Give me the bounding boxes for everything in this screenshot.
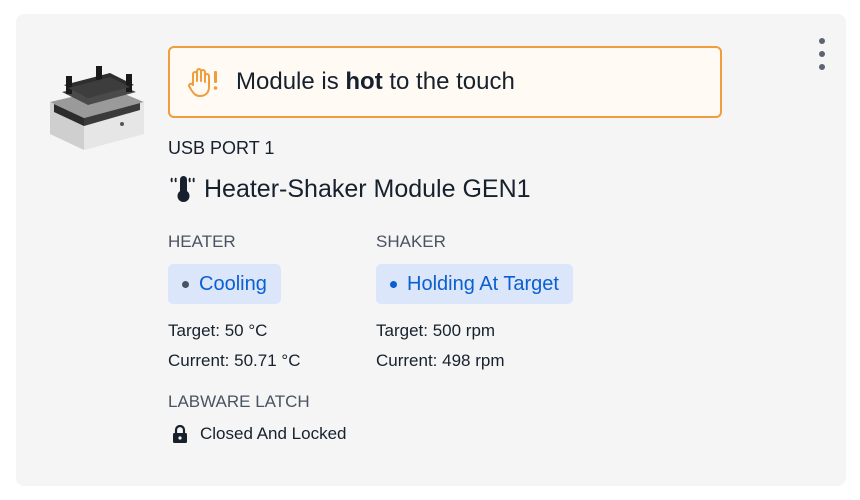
menu-dot bbox=[819, 64, 825, 70]
overflow-menu-icon[interactable] bbox=[812, 36, 832, 72]
labware-latch-status: Closed And Locked bbox=[172, 424, 347, 444]
thermometer-icon bbox=[170, 176, 195, 202]
shaker-title: SHAKER bbox=[376, 232, 446, 251]
latch-status-label: Closed And Locked bbox=[200, 424, 347, 443]
shaker-status-dot bbox=[390, 280, 397, 288]
banner-text-suffix: to the touch bbox=[382, 68, 515, 95]
shaker-current: Current: 498 rpm bbox=[376, 351, 505, 370]
heater-section: HEATER Cooling Target: 50 °C Current: 50… bbox=[168, 232, 300, 376]
heater-target: Target: 50 °C bbox=[168, 321, 268, 340]
shaker-status-label: Holding At Target bbox=[407, 272, 559, 295]
usb-port-label: USB PORT 1 bbox=[168, 138, 275, 158]
module-name: Heater-Shaker Module GEN1 bbox=[204, 174, 531, 203]
module-title: Heater-Shaker Module GEN1 bbox=[168, 174, 531, 204]
shaker-target: Target: 500 rpm bbox=[376, 321, 496, 340]
shaker-section: SHAKER Holding At Target Target: 500 rpm… bbox=[376, 232, 573, 376]
banner-text-prefix: Module is bbox=[236, 68, 346, 95]
lock-icon bbox=[173, 425, 187, 443]
hot-hand-warning-icon bbox=[188, 68, 218, 97]
banner-text: Module is hot to the touch bbox=[236, 68, 515, 96]
heater-status-badge: Cooling bbox=[168, 264, 281, 304]
heater-title: HEATER bbox=[168, 232, 236, 251]
heater-values: Target: 50 °C Current: 50.71 °C bbox=[168, 316, 300, 376]
heater-shaker-module-image bbox=[50, 66, 144, 150]
labware-latch-title: LABWARE LATCH bbox=[168, 392, 310, 411]
heater-status-label: Cooling bbox=[199, 272, 267, 295]
shaker-status-badge: Holding At Target bbox=[376, 264, 573, 304]
menu-dot bbox=[819, 51, 825, 57]
banner-text-bold: hot bbox=[345, 68, 383, 95]
menu-dot bbox=[819, 38, 825, 44]
heater-status-dot bbox=[182, 280, 189, 288]
module-card: Module is hot to the touch USB PORT 1 He… bbox=[16, 14, 846, 486]
heater-current: Current: 50.71 °C bbox=[168, 351, 301, 370]
hot-module-banner: Module is hot to the touch bbox=[168, 46, 722, 118]
shaker-values: Target: 500 rpm Current: 498 rpm bbox=[376, 316, 573, 376]
